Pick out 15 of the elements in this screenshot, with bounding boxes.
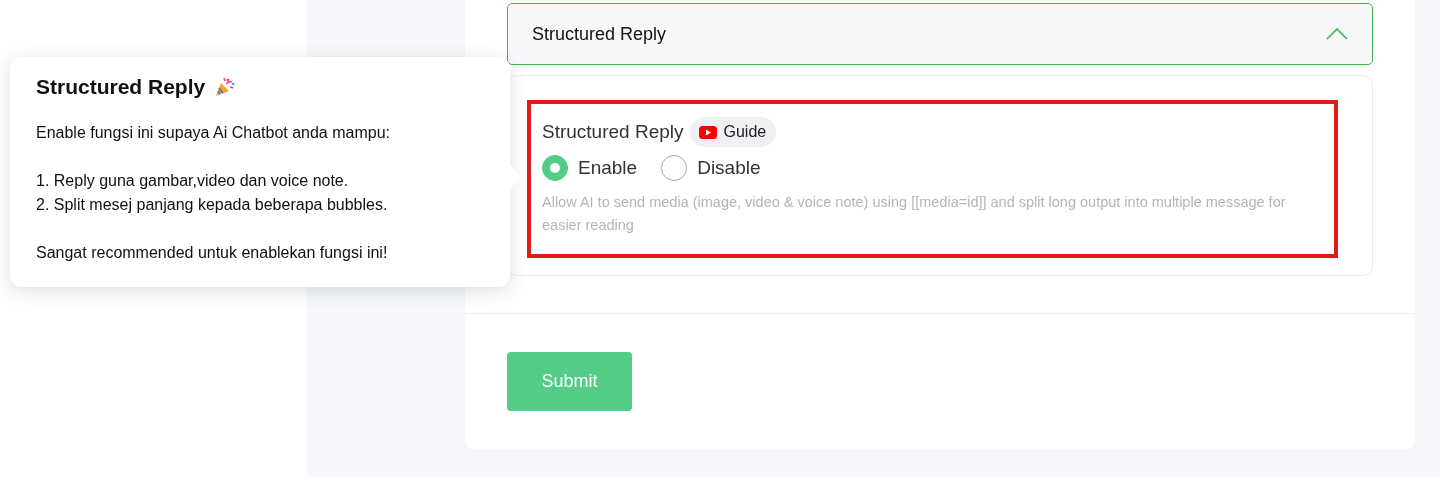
guide-link[interactable]: Guide	[689, 117, 777, 147]
tooltip-title: Structured Reply	[36, 75, 206, 99]
radio-option[interactable]: Enable	[542, 155, 638, 181]
radio-option[interactable]: Disable	[661, 155, 761, 181]
chevron-icon	[1326, 28, 1348, 40]
help-text: Allow AI to send media (image, video & voice note) using [[media=id]] and split long output into multiple message for easier reading	[542, 193, 1287, 235]
play-icon	[698, 125, 717, 139]
list-item: 2. Split mesej panjang kepada beberapa bubbles.	[36, 195, 389, 215]
setting-label: Structured Reply	[542, 121, 684, 143]
tooltip-intro: Enable fungsi ini supaya Ai Chatbot anda mampu:	[36, 123, 391, 143]
radio-button[interactable]	[542, 155, 568, 181]
radio-button[interactable]	[661, 155, 688, 181]
tooltip-footer: Sangat recommended untuk enablekan fungsi ini!	[36, 241, 484, 265]
accordion-header[interactable]: Structured Reply	[507, 3, 1373, 65]
list-item: 1. Reply guna gambar,video dan voice note.	[36, 171, 350, 191]
